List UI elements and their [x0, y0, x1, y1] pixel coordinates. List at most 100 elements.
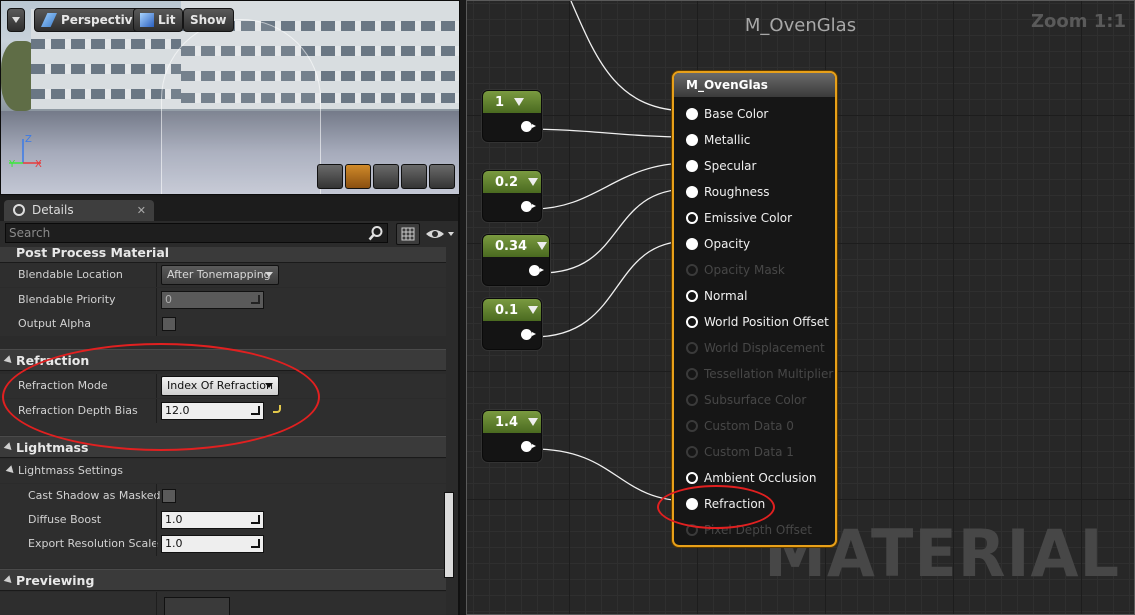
material-pin-tessellation-multiplier[interactable]: Tessellation Multiplier [684, 363, 834, 385]
material-pin-custom-data-1[interactable]: Custom Data 1 [684, 441, 834, 463]
field-value: 1.0 [165, 513, 183, 526]
material-pin-refraction[interactable]: Refraction [684, 493, 834, 515]
pin-dot-icon[interactable] [686, 264, 698, 276]
field-value: 1.0 [165, 537, 183, 550]
pin-dot-icon[interactable] [686, 524, 698, 536]
pin-dot-icon[interactable] [686, 134, 698, 146]
output-pin[interactable] [521, 121, 536, 132]
cube-icon[interactable] [401, 164, 427, 189]
material-pin-world-position-offset[interactable]: World Position Offset [684, 311, 834, 333]
material-pin-base-color[interactable]: Base Color [684, 103, 834, 125]
pin-dot-icon[interactable] [686, 472, 698, 484]
plane-icon[interactable] [373, 164, 399, 189]
category-lightmass[interactable]: Lightmass [0, 436, 446, 458]
output-pin[interactable] [521, 441, 536, 452]
pin-dot-icon[interactable] [686, 108, 698, 120]
constant-node[interactable]: 1 [482, 90, 542, 142]
material-pin-subsurface-color[interactable]: Subsurface Color [684, 389, 834, 411]
collapse-arrow-icon[interactable] [528, 306, 539, 314]
constant-node[interactable]: 1.4 [482, 410, 542, 462]
property-row-preview-mesh [0, 592, 446, 615]
property-label: Diffuse Boost [28, 513, 102, 526]
pin-dot-icon[interactable] [686, 394, 698, 406]
property-row-lightmass-settings[interactable]: Lightmass Settings [0, 459, 446, 483]
viewport-options-button[interactable] [7, 8, 25, 32]
material-pin-custom-data-0[interactable]: Custom Data 0 [684, 415, 834, 437]
pin-dot-icon[interactable] [686, 368, 698, 380]
show-button[interactable]: Show [183, 8, 234, 32]
wire-metallic [524, 128, 690, 138]
eye-icon[interactable] [425, 226, 455, 242]
material-pin-emissive-color[interactable]: Emissive Color [684, 207, 834, 229]
tab-details[interactable]: Details ✕ [4, 200, 154, 221]
pin-label: Custom Data 1 [704, 445, 794, 459]
preview-mesh-thumbnail[interactable] [164, 597, 230, 615]
material-result-node[interactable]: M_OvenGlas Base Color Metallic Specular Rou… [672, 71, 837, 547]
pin-dot-icon[interactable] [686, 342, 698, 354]
refraction-mode-dropdown[interactable]: Index Of Refraction [161, 376, 279, 396]
collapse-arrow-icon[interactable] [514, 98, 525, 106]
collapse-arrow-icon[interactable] [528, 178, 539, 186]
category-post-process-material[interactable]: Post Process Material [0, 247, 446, 263]
constant-node[interactable]: 0.34 [482, 234, 550, 286]
close-icon[interactable]: ✕ [137, 200, 146, 221]
material-graph[interactable]: M_OvenGlas Zoom 1:1 MATERIAL 1 0.2 0.34 … [466, 0, 1135, 615]
pin-dot-icon[interactable] [686, 186, 698, 198]
category-previewing[interactable]: Previewing [0, 569, 446, 591]
cylinder-icon[interactable] [317, 164, 343, 189]
lit-label: Lit [158, 13, 176, 27]
material-pin-normal[interactable]: Normal [684, 285, 834, 307]
blendable-priority-field[interactable]: 0 [161, 291, 264, 309]
constant-node[interactable]: 0.1 [482, 298, 542, 350]
material-pin-ambient-occlusion[interactable]: Ambient Occlusion [684, 467, 834, 489]
sphere-icon[interactable] [345, 164, 371, 189]
pin-dot-icon[interactable] [686, 238, 698, 250]
scrollbar-thumb[interactable] [444, 492, 454, 578]
material-pin-pixel-depth-offset[interactable]: Pixel Depth Offset [684, 519, 834, 541]
chevron-down-icon [265, 272, 273, 277]
output-pin[interactable] [529, 265, 544, 276]
output-pin[interactable] [521, 329, 536, 340]
teapot-icon[interactable] [429, 164, 455, 189]
search-icon[interactable] [368, 225, 384, 241]
property-row-spacer [0, 556, 446, 568]
pin-dot-icon[interactable] [686, 212, 698, 224]
material-pin-roughness[interactable]: Roughness [684, 181, 834, 203]
blendable-location-dropdown[interactable]: After Tonemapping [161, 265, 279, 285]
diffuse-boost-field[interactable]: 1.0 [161, 511, 264, 529]
cast-shadow-checkbox[interactable] [162, 489, 176, 503]
constant-value: 1.4 [495, 414, 519, 430]
category-refraction[interactable]: Refraction [0, 349, 446, 371]
pin-dot-icon[interactable] [686, 290, 698, 302]
search-input[interactable]: Search [5, 223, 388, 243]
pin-label: Normal [704, 289, 748, 303]
collapse-arrow-icon[interactable] [537, 242, 548, 250]
material-pin-opacity[interactable]: Opacity [684, 233, 834, 255]
material-pin-specular[interactable]: Specular [684, 155, 834, 177]
output-alpha-checkbox[interactable] [162, 317, 176, 331]
pin-dot-icon[interactable] [686, 316, 698, 328]
pin-dot-icon[interactable] [686, 420, 698, 432]
export-resolution-scale-field[interactable]: 1.0 [161, 535, 264, 553]
chevron-down-icon [12, 17, 20, 23]
material-pin-opacity-mask[interactable]: Opacity Mask [684, 259, 834, 281]
collapse-arrow-icon[interactable] [528, 418, 539, 426]
pin-dot-icon[interactable] [686, 446, 698, 458]
refraction-depth-bias-field[interactable]: 12.0 [161, 402, 264, 420]
lit-button[interactable]: Lit [133, 8, 183, 32]
show-label: Show [190, 13, 227, 27]
perspective-button[interactable]: Perspective [34, 8, 148, 32]
spin-handle-icon [251, 515, 260, 524]
constant-node[interactable]: 0.2 [482, 170, 542, 222]
pin-label: World Displacement [704, 341, 825, 355]
pin-dot-icon[interactable] [686, 498, 698, 510]
pin-label: Specular [704, 159, 757, 173]
preview-viewport[interactable]: Perspective Lit Show Z X Y [0, 0, 460, 195]
pin-dot-icon[interactable] [686, 160, 698, 172]
property-matrix-button[interactable] [396, 223, 420, 245]
material-pin-metallic[interactable]: Metallic [684, 129, 834, 151]
output-pin[interactable] [521, 201, 536, 212]
material-pin-world-displacement[interactable]: World Displacement [684, 337, 834, 359]
wire-opacity [532, 240, 690, 338]
reset-to-default-icon[interactable] [273, 405, 281, 413]
